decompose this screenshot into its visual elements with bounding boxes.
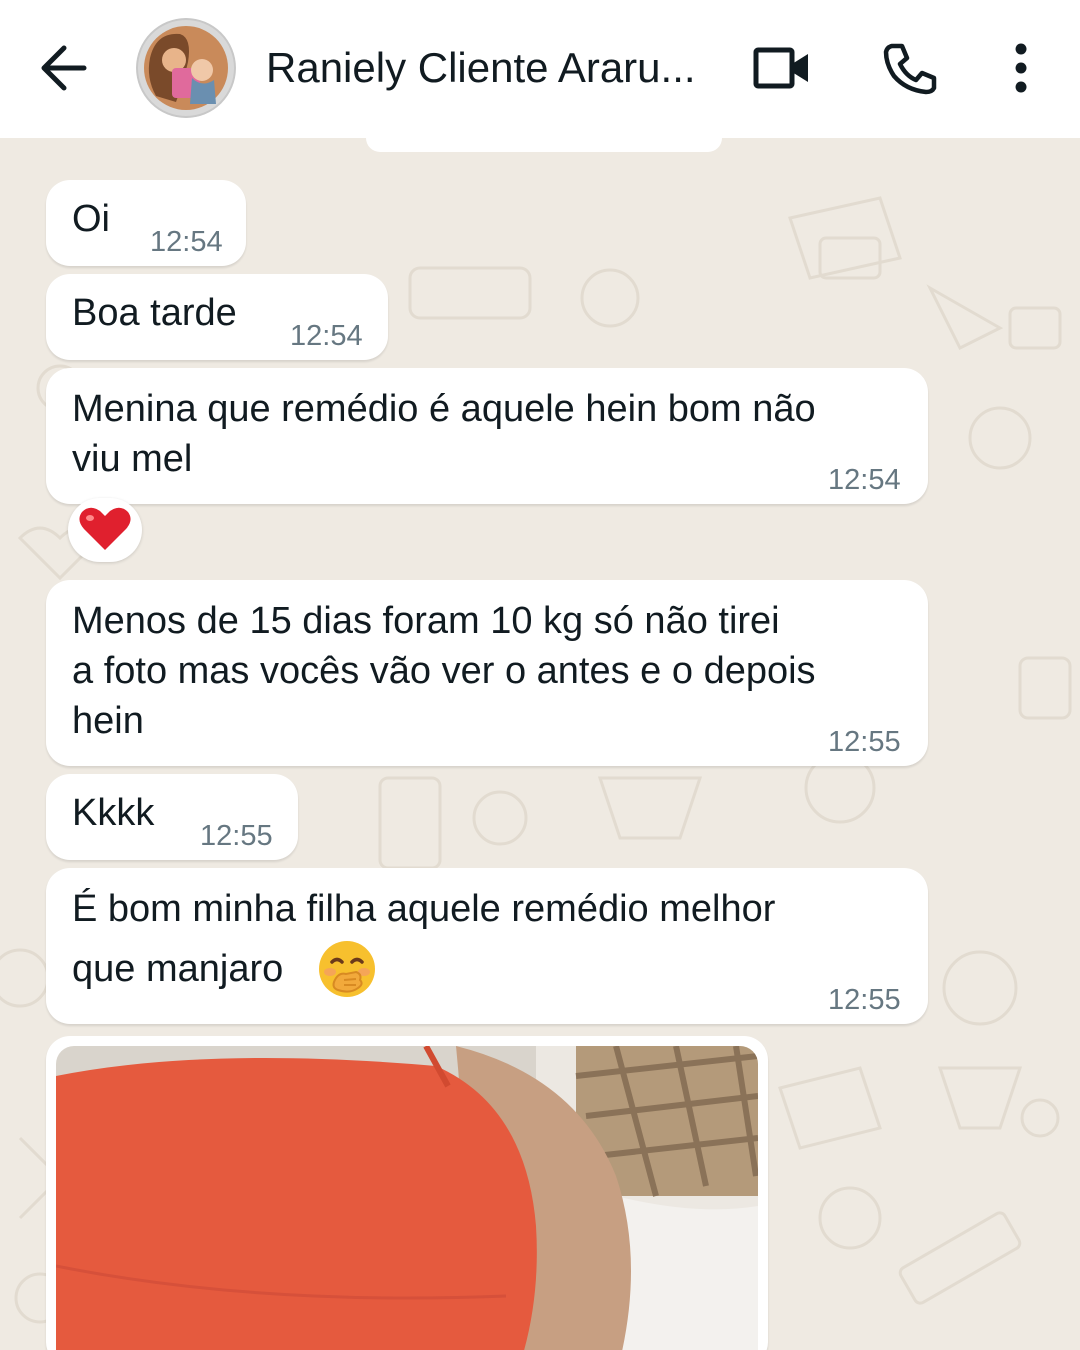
red-heart-icon: [79, 507, 131, 550]
message-time: 12:54: [828, 464, 901, 496]
message-time: 12:55: [828, 984, 901, 1016]
avatar[interactable]: [136, 18, 236, 118]
video-camera-icon: [753, 47, 808, 89]
message-time: 12:54: [150, 226, 223, 258]
message-bubble[interactable]: Menos de 15 dias foram 10 kg só não tire…: [46, 580, 928, 766]
message-bubble[interactable]: Boa tarde 12:54: [46, 274, 388, 360]
message-text: Menos de 15 dias foram 10 kg só não tire…: [72, 600, 780, 642]
previous-message-edge: [366, 138, 722, 152]
message-bubble[interactable]: Kkkk 12:55: [46, 774, 298, 860]
message-text: hein: [72, 700, 144, 742]
contact-name[interactable]: Raniely Cliente Araru...: [266, 40, 696, 96]
message-text: É bom minha filha aquele remédio melhor: [72, 888, 776, 930]
contact-photo: [136, 18, 236, 118]
message-time: 12:55: [200, 820, 273, 852]
message-text: Kkkk: [72, 792, 155, 834]
voice-call-button[interactable]: [882, 40, 938, 101]
message-bubble[interactable]: Oi 12:54: [46, 180, 246, 266]
message-text: que manjaro: [72, 948, 284, 990]
message-time: 12:55: [828, 726, 901, 758]
message-text: Menina que remédio é aquele hein bom não: [72, 388, 816, 430]
hand-over-mouth-emoji-icon: [316, 938, 378, 1005]
message-bubble[interactable]: Menina que remédio é aquele hein bom não…: [46, 368, 928, 504]
phone-icon: [883, 43, 937, 95]
photo-content: [56, 1046, 758, 1350]
message-text: viu mel: [72, 438, 193, 480]
message-reaction[interactable]: [68, 498, 142, 562]
message-text: Oi: [72, 198, 110, 240]
more-options-button[interactable]: [1008, 42, 1034, 99]
message-text: Boa tarde: [72, 292, 237, 334]
back-button[interactable]: [36, 42, 92, 94]
arrow-left-icon: [41, 45, 87, 91]
image-message-photo[interactable]: [56, 1046, 758, 1350]
message-bubble[interactable]: É bom minha filha aquele remédio melhor …: [46, 868, 928, 1024]
message-text: a foto mas vocês vão ver o antes e o dep…: [72, 650, 816, 692]
message-time: 12:54: [290, 320, 363, 352]
image-message-bubble[interactable]: [46, 1036, 768, 1350]
video-call-button[interactable]: [752, 44, 814, 97]
chat-header: Raniely Cliente Araru...: [0, 0, 1080, 138]
more-vertical-icon: [1015, 43, 1027, 93]
chat-area[interactable]: Oi 12:54 Boa tarde 12:54 Menina que remé…: [0, 138, 1080, 1350]
